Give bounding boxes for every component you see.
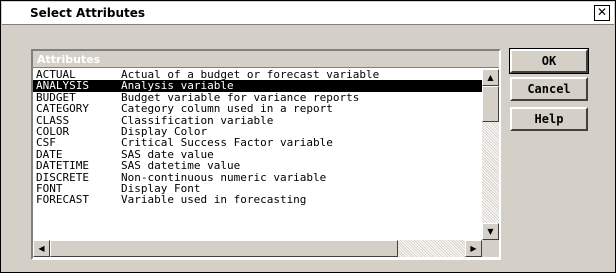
scroll-up-arrow-icon[interactable]: ▲ — [482, 69, 499, 86]
cancel-button[interactable]: Cancel — [510, 77, 588, 101]
dialog-title: Select Attributes — [30, 6, 146, 20]
list-header: Attributes — [33, 51, 499, 68]
list-item[interactable]: CATEGORY Category column used in a report — [33, 102, 482, 116]
scrollbar-corner — [482, 240, 499, 257]
ok-button[interactable]: OK — [509, 48, 589, 74]
attribute-description: SAS datetime value — [121, 159, 241, 173]
attribute-name: DATETIME — [36, 159, 89, 173]
horizontal-scroll-thumb[interactable] — [50, 240, 398, 257]
vertical-scrollbar[interactable]: ▲ ▼ — [482, 69, 499, 240]
list-item[interactable]: ACTUAL Actual of a budget or forecast var… — [33, 69, 482, 81]
close-icon[interactable]: ✕ — [594, 5, 610, 21]
vertical-scroll-thumb[interactable] — [482, 86, 499, 122]
attribute-name: FORECAST — [36, 193, 89, 207]
attribute-name: CATEGORY — [36, 102, 89, 116]
list-item[interactable]: CSF Critical Success Factor variable — [33, 137, 482, 149]
list-item[interactable]: FORECAST Variable used in forecasting — [33, 193, 482, 207]
list-item[interactable]: DATETIME SAS datetime value — [33, 159, 482, 173]
list-item[interactable]: DATE SAS date value — [33, 148, 482, 160]
title-bar[interactable]: Select Attributes ✕ — [2, 2, 614, 25]
scroll-right-arrow-icon[interactable]: ▶ — [465, 240, 482, 257]
list-item[interactable]: CLASS Classification variable — [33, 114, 482, 126]
list-item[interactable]: DISCRETE Non-continuous numeric variable — [33, 171, 482, 183]
attributes-listbox[interactable]: Attributes ACTUAL Actual of a budget or f… — [31, 49, 501, 260]
scroll-left-arrow-icon[interactable]: ◀ — [33, 240, 50, 257]
scroll-down-arrow-icon[interactable]: ▼ — [482, 223, 499, 240]
attributes-list: ACTUAL Actual of a budget or forecast var… — [33, 69, 482, 206]
select-attributes-dialog: Select Attributes ✕ Attributes ACTUAL Act… — [0, 0, 616, 273]
horizontal-scrollbar[interactable]: ◀ ▶ — [33, 240, 482, 257]
attribute-description: Variable used in forecasting — [121, 193, 307, 207]
help-button[interactable]: Help — [510, 107, 588, 131]
attribute-description: Category column used in a report — [121, 102, 333, 116]
